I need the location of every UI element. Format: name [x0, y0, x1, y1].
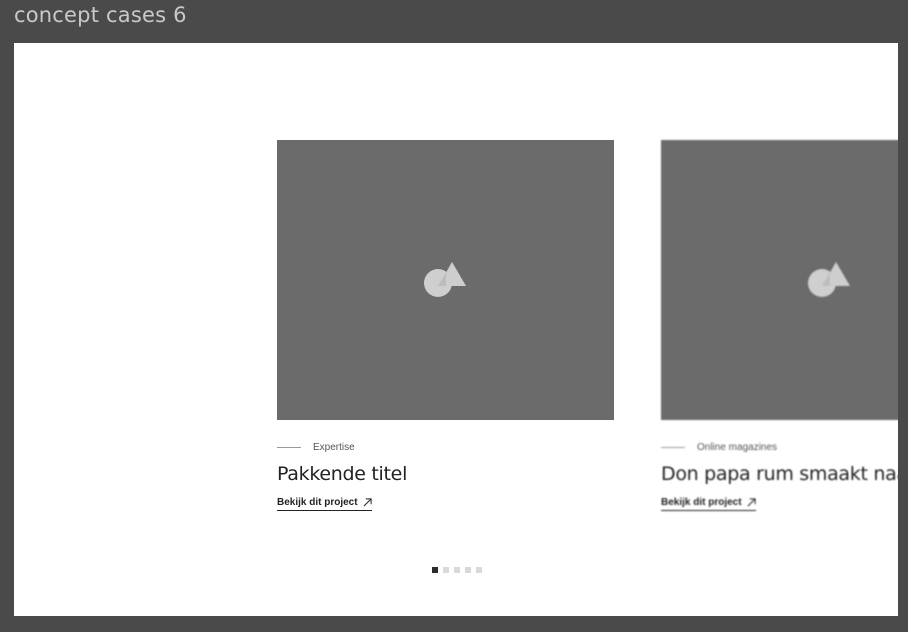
- case-title: Pakkende titel: [277, 463, 408, 485]
- view-project-label: Bekijk dit project: [277, 497, 358, 508]
- view-project-link[interactable]: Bekijk dit project: [661, 497, 756, 511]
- pagination-dot[interactable]: [443, 567, 449, 573]
- pagination-dot[interactable]: [454, 567, 460, 573]
- image-placeholder-icon: [424, 262, 466, 297]
- divider-line: [277, 446, 301, 448]
- pagination-dot[interactable]: [465, 567, 471, 573]
- image-placeholder-icon: [808, 262, 850, 297]
- canvas: Expertise Pakkende titel Bekijk dit proj…: [14, 43, 898, 616]
- case-card: Online magazines Don papa rum smaakt naa…: [661, 140, 898, 511]
- carousel-pagination: [432, 567, 482, 573]
- case-title: Don papa rum smaakt naar: [661, 463, 898, 485]
- view-project-label: Bekijk dit project: [661, 497, 742, 508]
- divider-line: [661, 446, 685, 448]
- frame-title: concept cases 6: [14, 3, 187, 27]
- case-meta: Expertise: [277, 441, 614, 453]
- arrow-up-right-icon: [363, 498, 372, 507]
- pagination-dot[interactable]: [432, 567, 438, 573]
- case-category: Expertise: [313, 441, 355, 453]
- case-card: Expertise Pakkende titel Bekijk dit proj…: [277, 140, 614, 511]
- case-meta: Online magazines: [661, 441, 898, 453]
- case-thumbnail[interactable]: [661, 140, 898, 420]
- case-category: Online magazines: [697, 441, 778, 453]
- pagination-dot[interactable]: [476, 567, 482, 573]
- arrow-up-right-icon: [747, 498, 756, 507]
- view-project-link[interactable]: Bekijk dit project: [277, 497, 372, 511]
- case-thumbnail[interactable]: [277, 140, 614, 420]
